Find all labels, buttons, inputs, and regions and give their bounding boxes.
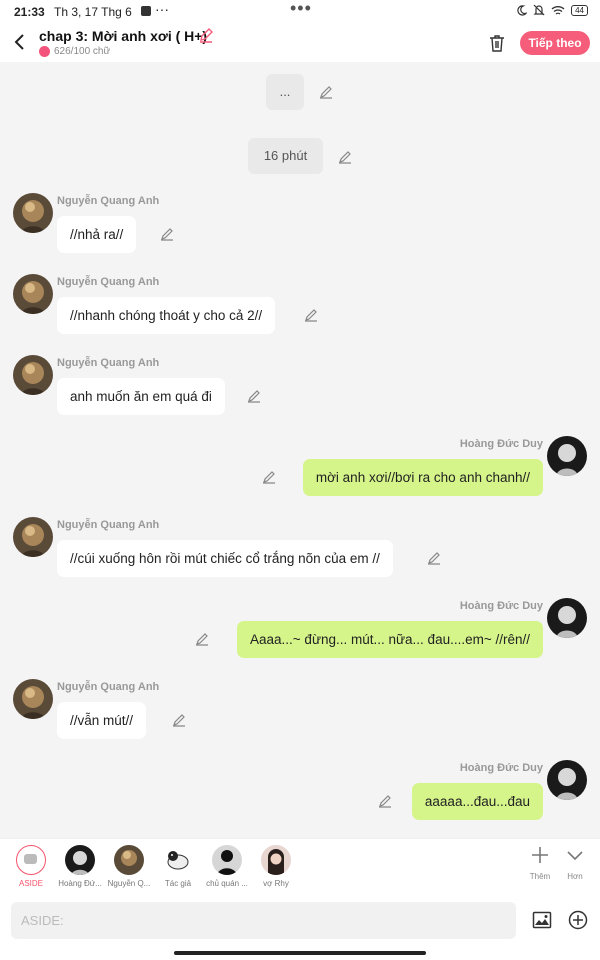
more-button[interactable]: Thêm: [524, 845, 556, 881]
chapter-header: chap 3: Mời anh xơi ( H+) 626/100 chữ Ti…: [0, 24, 600, 62]
avatar[interactable]: [13, 355, 53, 395]
app-notification-icon: [141, 6, 151, 16]
character-item[interactable]: vợ Rhy: [253, 845, 299, 888]
status-date: Th 3, 17 Thg 6: [54, 5, 132, 19]
edit-pencil-icon[interactable]: [195, 632, 209, 646]
character-label: Hoàng Đứ...: [58, 879, 102, 888]
character-label: chủ quán ...: [206, 879, 248, 888]
character-item[interactable]: Nguyễn Q...: [106, 845, 152, 888]
less-label: Hơn: [567, 872, 583, 881]
edit-pencil-icon[interactable]: [247, 389, 261, 403]
avatar[interactable]: [547, 598, 587, 638]
chapter-title: chap 3: Mời anh xơi ( H+): [39, 28, 208, 44]
message-bubble[interactable]: //nhả ra//: [57, 216, 137, 253]
message-bubble[interactable]: //cúi xuống hôn rồi mút chiếc cổ trắng n…: [57, 540, 393, 577]
edit-title-icon[interactable]: [198, 27, 214, 43]
character-item[interactable]: Hoàng Đứ...: [57, 845, 103, 888]
sender-name: Nguyễn Quang Anh: [57, 357, 160, 369]
message-bubble[interactable]: aaaaa...đau...đau: [411, 783, 543, 820]
character-selector: ASIDE Hoàng Đứ... Nguyễn Q... Tác giả ch…: [0, 838, 600, 896]
composer: [0, 896, 600, 960]
edit-pencil-icon[interactable]: [338, 150, 352, 164]
avatar[interactable]: [547, 436, 587, 476]
back-arrow-icon[interactable]: [10, 30, 30, 54]
message-bubble[interactable]: anh muốn ăn em quá đi: [57, 378, 225, 415]
character-label: Nguyễn Q...: [107, 879, 151, 888]
mute-bell-icon: [533, 4, 545, 16]
sender-name: Nguyễn Quang Anh: [57, 681, 160, 693]
sender-name: Nguyễn Quang Anh: [57, 195, 160, 207]
edit-pencil-icon[interactable]: [172, 713, 186, 727]
multitask-dots-icon: •••: [290, 0, 312, 18]
character-item[interactable]: Tác giả: [155, 845, 201, 888]
aside-icon: [16, 845, 46, 875]
character-label: vợ Rhy: [263, 879, 289, 888]
pencil-badge-icon: [39, 46, 50, 57]
moon-icon: [517, 4, 528, 16]
edit-pencil-icon[interactable]: [304, 308, 318, 322]
sheep-avatar-icon: [163, 845, 193, 875]
plus-icon: [532, 847, 548, 863]
edit-pencil-icon[interactable]: [378, 794, 392, 808]
center-message[interactable]: ...: [266, 74, 304, 110]
avatar[interactable]: [13, 679, 53, 719]
next-button[interactable]: Tiếp theo: [520, 31, 590, 55]
add-circle-icon[interactable]: [568, 910, 588, 930]
character-label: Tác giả: [164, 879, 192, 888]
edit-pencil-icon[interactable]: [319, 85, 333, 99]
status-bar: 21:33 Th 3, 17 Thg 6 ··· ••• 44: [0, 0, 600, 24]
more-label: Thêm: [529, 872, 551, 881]
message-bubble[interactable]: //vẫn mút//: [57, 702, 147, 739]
home-indicator[interactable]: [174, 951, 426, 955]
wifi-icon: [551, 5, 565, 15]
message-bubble[interactable]: mời anh xơi//bơi ra cho anh chanh//: [302, 459, 543, 496]
character-aside[interactable]: ASIDE: [8, 845, 54, 888]
character-avatar: [65, 845, 95, 875]
edit-pencil-icon[interactable]: [427, 551, 441, 565]
status-time: 21:33: [14, 5, 45, 19]
sender-name: Hoàng Đức Duy: [459, 762, 543, 774]
chevron-down-icon: [567, 851, 583, 861]
more-notifications-icon: ···: [155, 1, 169, 17]
trash-icon[interactable]: [488, 33, 506, 53]
avatar[interactable]: [13, 517, 53, 557]
image-icon[interactable]: [532, 910, 552, 930]
avatar[interactable]: [13, 274, 53, 314]
message-bubble[interactable]: Aaaa...~ đừng... mút... nữa... đau....em…: [237, 621, 543, 658]
character-avatar: [261, 845, 291, 875]
center-message[interactable]: 16 phút: [248, 138, 323, 174]
word-count: 626/100 chữ: [39, 46, 110, 57]
sender-name: Hoàng Đức Duy: [459, 600, 543, 612]
avatar[interactable]: [547, 760, 587, 800]
character-label: ASIDE: [18, 879, 43, 888]
sender-name: Hoàng Đức Duy: [459, 438, 543, 450]
avatar[interactable]: [13, 193, 53, 233]
word-count-text: 626/100 chữ: [54, 46, 111, 57]
character-item[interactable]: chủ quán ...: [204, 845, 250, 888]
sender-name: Nguyễn Quang Anh: [57, 276, 160, 288]
message-bubble[interactable]: //nhanh chóng thoát y cho cả 2//: [57, 297, 276, 334]
message-input[interactable]: [11, 902, 516, 939]
edit-pencil-icon[interactable]: [262, 470, 276, 484]
edit-pencil-icon[interactable]: [160, 227, 174, 241]
silhouette-avatar-icon: [212, 845, 242, 875]
less-button[interactable]: Hơn: [559, 845, 591, 881]
battery-indicator: 44: [571, 4, 588, 16]
sender-name: Nguyễn Quang Anh: [57, 519, 160, 531]
character-avatar: [114, 845, 144, 875]
